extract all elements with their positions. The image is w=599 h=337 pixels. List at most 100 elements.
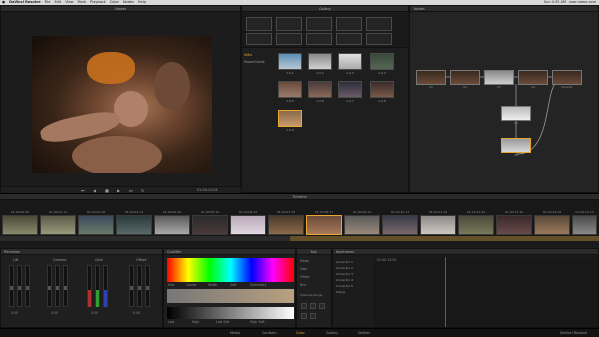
lift-slider[interactable] (25, 265, 30, 307)
still-thumbnail[interactable] (278, 53, 302, 70)
tree-item-stills[interactable]: Stills (244, 52, 274, 59)
still-thumbnail[interactable] (370, 81, 394, 98)
gallery-title: Gallery (318, 7, 332, 11)
page-media[interactable]: Media (230, 331, 240, 335)
sat-gradient[interactable] (167, 289, 294, 303)
timeline-clip[interactable]: 01:00:15:13 (572, 210, 597, 235)
page-deliver[interactable]: Deliver (358, 331, 370, 335)
still-label: 1.0.6 (316, 99, 324, 103)
keyframes-header: Keyframes (333, 249, 598, 255)
timeline-clip[interactable]: 01:00:11:16 (420, 210, 456, 235)
gamma-slider[interactable] (47, 265, 52, 307)
gallery-tree: Stills PowerGrade (244, 52, 274, 66)
timeline-clip[interactable]: 01:00:04:20 (154, 210, 190, 235)
node-connections (446, 76, 556, 155)
timeline-clip[interactable]: 01:00:01:11 (40, 210, 76, 235)
timeline-clip[interactable]: 01:00:03:14 (116, 210, 152, 235)
lift-slider[interactable] (9, 265, 14, 307)
memory-slot[interactable] (366, 17, 392, 31)
offset-value[interactable]: 0.00 (133, 311, 140, 315)
key-gain-label: Gain (300, 267, 308, 271)
invert-icon[interactable] (301, 313, 307, 319)
clip-timecode: 01:00:00:00 (10, 210, 30, 214)
node-03[interactable]: 03 (484, 70, 514, 89)
timeline-clip[interactable]: 01:00:10:13 (382, 210, 418, 235)
pillow (87, 52, 135, 84)
keyframe-playhead[interactable] (445, 257, 446, 327)
timeline-clip[interactable]: 01:00:07:18 (268, 210, 304, 235)
offset-slider[interactable] (129, 265, 134, 307)
still-thumbnail[interactable] (338, 81, 362, 98)
timeline-clip[interactable]: 01:00:09:14 (344, 210, 380, 235)
group-gamma: Gamma (53, 258, 67, 262)
page-color[interactable]: Color (296, 331, 305, 335)
lift-value[interactable]: 0.00 (11, 311, 18, 315)
page-conform[interactable]: Conform (262, 331, 277, 335)
still-label: 1.0.7 (346, 99, 354, 103)
page-gallery[interactable]: Gallery (326, 331, 338, 335)
qualifier-header: Qualifier (164, 249, 295, 255)
group-lift: Lift (13, 258, 19, 262)
tree-item-powergrade[interactable]: PowerGrade (244, 59, 274, 66)
face-right (154, 62, 190, 110)
timeline-clip-selected[interactable]: 01:00:08:11 (306, 210, 342, 235)
memory-slot[interactable] (336, 17, 362, 31)
still-thumbnail[interactable] (278, 110, 302, 127)
hue-spectrum[interactable] (167, 258, 294, 282)
memory-slot[interactable] (366, 33, 392, 45)
lum-gradient[interactable] (167, 307, 294, 319)
node-04[interactable]: 04 (518, 70, 548, 89)
qualifier-title: Qualifier (167, 250, 182, 254)
timeline-clip[interactable]: 01:00:02:16 (78, 210, 114, 235)
memory-slot[interactable] (246, 17, 272, 31)
timeline-clip[interactable]: 01:00:05:19 (192, 210, 228, 235)
picker-icon[interactable] (301, 303, 307, 309)
still-thumbnail[interactable] (308, 53, 332, 70)
clip-timecode: 01:00:06:22 (238, 210, 258, 214)
still-thumbnail[interactable] (338, 53, 362, 70)
still-thumbnail[interactable] (308, 81, 332, 98)
highlight-icon[interactable] (310, 313, 316, 319)
gain-value[interactable]: 0.00 (91, 311, 98, 315)
keyframe-area[interactable] (373, 257, 598, 327)
gain-slider[interactable] (87, 265, 92, 307)
timeline-clip[interactable]: 01:00:13:10 (496, 210, 532, 235)
memory-slot[interactable] (306, 33, 332, 45)
timeline-clip[interactable]: 01:00:00:00 (2, 210, 38, 235)
timeline-clip[interactable]: 01:00:14:09 (534, 210, 570, 235)
still-label: 1.0.2 (316, 71, 324, 75)
node-01[interactable]: 01 (416, 70, 446, 89)
keyframe-tracks: Corrector 1 Corrector 2 Corrector 3 Corr… (336, 259, 370, 295)
still-thumbnail[interactable] (278, 81, 302, 98)
node-02[interactable]: 02 (450, 70, 480, 89)
clip-timecode: 01:00:04:20 (162, 210, 182, 214)
timeline-clip[interactable]: 01:00:06:22 (230, 210, 266, 235)
memory-slot[interactable] (246, 33, 272, 45)
node-parallel[interactable]: Parallel (552, 70, 582, 89)
picker-subtract-icon[interactable] (319, 303, 325, 309)
node-06[interactable]: 06 (501, 138, 531, 157)
memory-slot[interactable] (306, 17, 332, 31)
picker-add-icon[interactable] (310, 303, 316, 309)
gain-slider[interactable] (103, 265, 108, 307)
offset-slider[interactable] (145, 265, 150, 307)
memory-slot[interactable] (276, 33, 302, 45)
node-05[interactable]: 05 (501, 106, 531, 125)
lift-slider[interactable] (17, 265, 22, 307)
soft-label: Soft (230, 283, 237, 287)
track-sizing[interactable]: Sizing (336, 289, 370, 295)
timeline-clip[interactable]: 01:00:12:04 (458, 210, 494, 235)
key-shadows-label: Shadows Range (300, 293, 323, 297)
gamma-slider[interactable] (55, 265, 60, 307)
still-thumbnail[interactable] (370, 53, 394, 70)
qualifier-panel: Qualifier Hue Center Width Soft Symmetry… (163, 248, 296, 328)
high-soft-label: High Soft (250, 320, 265, 324)
memory-slot[interactable] (276, 17, 302, 31)
gain-slider[interactable] (95, 265, 100, 307)
gamma-value[interactable]: 0.00 (51, 311, 58, 315)
gamma-slider[interactable] (63, 265, 68, 307)
width-label: Width (208, 283, 218, 287)
memory-slot[interactable] (336, 33, 362, 45)
key-panel: Key Mode Gain Offset Blur Shadows Range (296, 248, 332, 328)
offset-slider[interactable] (137, 265, 142, 307)
